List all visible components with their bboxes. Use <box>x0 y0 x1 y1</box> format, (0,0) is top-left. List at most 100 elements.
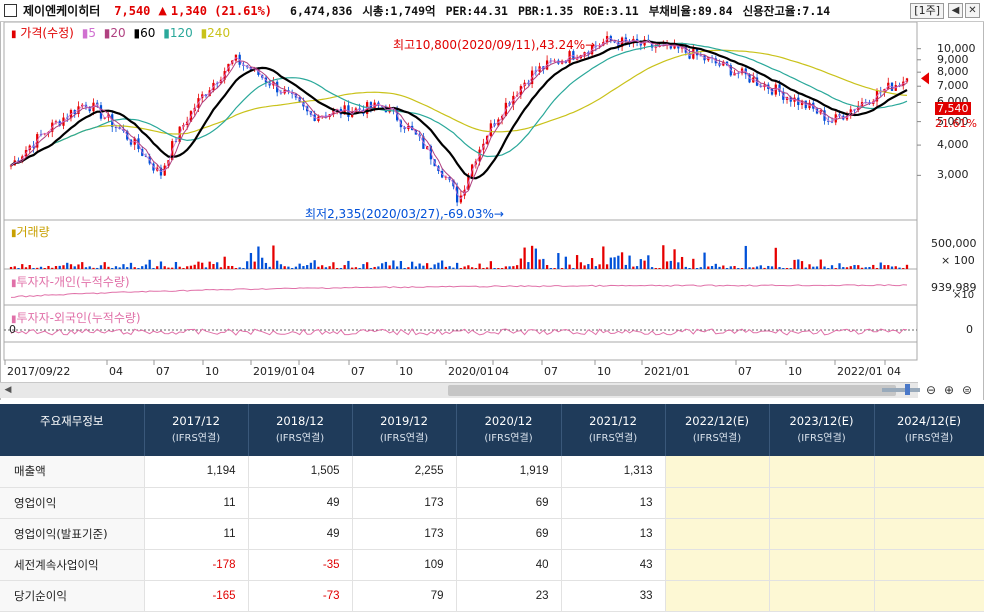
volume-bar <box>373 266 376 269</box>
stock-name: 제이엔케이히터 <box>23 4 101 18</box>
volume-bar <box>808 264 811 269</box>
volume-bar <box>647 255 650 269</box>
volume-bar <box>92 267 95 269</box>
per-value: PER:44.31 <box>445 3 508 18</box>
column-header: 2017/12 (IFRS연결) <box>144 404 249 456</box>
volume-bar <box>673 249 676 269</box>
volume-bar <box>381 263 384 269</box>
volume-bar <box>294 266 298 269</box>
scroll-left-icon[interactable]: ◀ <box>0 383 16 398</box>
select-checkbox[interactable] <box>4 4 17 17</box>
table-cell: 173 <box>352 487 457 519</box>
volume-bar <box>126 267 129 269</box>
volume-bar <box>77 264 80 269</box>
scrollbar-thumb[interactable] <box>448 385 896 396</box>
volume-bar <box>665 261 669 269</box>
table-cell <box>874 456 984 488</box>
volume-bar <box>812 266 815 269</box>
stock-header-bar: 제이엔케이히터 7,540 ▲ 1,340 (21.61%) 6,474,836… <box>0 0 984 22</box>
volume-bar <box>504 266 507 269</box>
volume-bar <box>336 268 339 269</box>
volume-bar <box>804 267 807 269</box>
volume-bar <box>189 265 193 269</box>
volume-bar <box>519 258 522 269</box>
volume-bar <box>744 245 747 269</box>
volume-bar <box>152 268 155 269</box>
volume-bar <box>553 268 556 269</box>
volume-bar <box>752 267 755 269</box>
volume-bar <box>733 265 736 269</box>
zoom-reset-icon[interactable]: ⊜ <box>962 383 972 397</box>
chart-canvas[interactable] <box>1 22 983 382</box>
table-cell: 23 <box>456 580 562 612</box>
price-tick-label: 9,000 <box>937 52 969 66</box>
volume-bar <box>632 266 635 269</box>
volume-bar <box>418 263 421 269</box>
volume-bar <box>654 268 657 269</box>
volume-bar <box>354 267 358 269</box>
table-row: 영업이익 11 49 173 69 13 <box>0 487 984 519</box>
volume-bar <box>635 266 639 269</box>
table-cell: 69 <box>456 487 562 519</box>
prev-button[interactable]: ◀ <box>948 3 963 18</box>
zoom-slider-track[interactable] <box>882 388 920 392</box>
volume-bar <box>613 257 616 269</box>
volume-bar <box>440 260 444 269</box>
zoom-slider-knob[interactable] <box>905 384 910 395</box>
volume-bar <box>156 266 159 269</box>
volume-bar <box>609 257 612 269</box>
volume-bar <box>748 267 751 269</box>
volume-bar <box>369 268 373 269</box>
volume-bar <box>778 267 781 269</box>
stock-chart[interactable]: ▮ 가격(수정) ▮5 ▮20 ▮60 ▮120 ▮240 최고10,800(2… <box>0 22 984 400</box>
table-cell: -178 <box>144 549 249 581</box>
volume-bar <box>530 245 534 269</box>
volume-bar <box>339 268 343 269</box>
volume-bar <box>767 265 770 269</box>
chart-scrollbar[interactable]: ◀ <box>0 382 918 398</box>
table-row: 매출액 1,194 1,505 2,255 1,919 1,313 <box>0 456 984 488</box>
zoom-in-icon[interactable]: ⊕ <box>944 383 954 397</box>
table-cell <box>665 456 770 488</box>
volume-bar <box>9 266 13 269</box>
volume-bar <box>560 268 564 269</box>
volume-unit: × 100 <box>941 254 975 267</box>
ma20-line <box>10 39 908 195</box>
volume-bar <box>800 261 804 269</box>
volume-bar <box>572 268 575 269</box>
table-cell <box>874 518 984 550</box>
volume-bar <box>182 268 185 269</box>
close-button[interactable]: ✕ <box>965 3 980 18</box>
column-header: 2019/12 (IFRS연결) <box>352 404 457 456</box>
volume-bar <box>842 267 845 269</box>
period-selector[interactable]: [1주] <box>910 3 944 19</box>
table-cell: 49 <box>248 518 353 550</box>
table-cell <box>769 580 875 612</box>
date-tick-label: 2019/01 <box>253 365 299 378</box>
volume-bar <box>302 266 305 269</box>
volume-bar <box>759 265 762 269</box>
ma5-line <box>10 37 908 200</box>
volume-bar <box>347 260 350 269</box>
volume-bar <box>321 265 324 269</box>
foreign-label: ▮투자자-외국인(누적수량) <box>11 311 141 325</box>
financial-table: 주요재무정보 2017/12 (IFRS연결) 2018/12 (IFRS연결) 201… <box>0 404 984 612</box>
zoom-out-icon[interactable]: ⊖ <box>926 383 936 397</box>
volume-bar <box>508 266 511 269</box>
volume-bar <box>598 264 601 269</box>
volume-bar <box>396 266 399 269</box>
column-header: 2022/12(E) (IFRS연결) <box>665 404 770 456</box>
volume-bar <box>43 268 46 269</box>
column-period: 2018/12 <box>276 414 324 428</box>
volume-bar <box>309 262 313 269</box>
volume-bar <box>620 252 624 269</box>
volume-bar <box>328 266 331 269</box>
date-tick-label: 04 <box>301 365 315 378</box>
volume-bar <box>144 264 148 269</box>
volume-bar <box>658 268 661 269</box>
last-price-tag: 7,540 <box>935 102 971 115</box>
volume-bar <box>317 266 320 269</box>
volume-bar <box>774 247 777 269</box>
volume-bar <box>707 266 710 269</box>
volume-bar <box>66 262 69 269</box>
